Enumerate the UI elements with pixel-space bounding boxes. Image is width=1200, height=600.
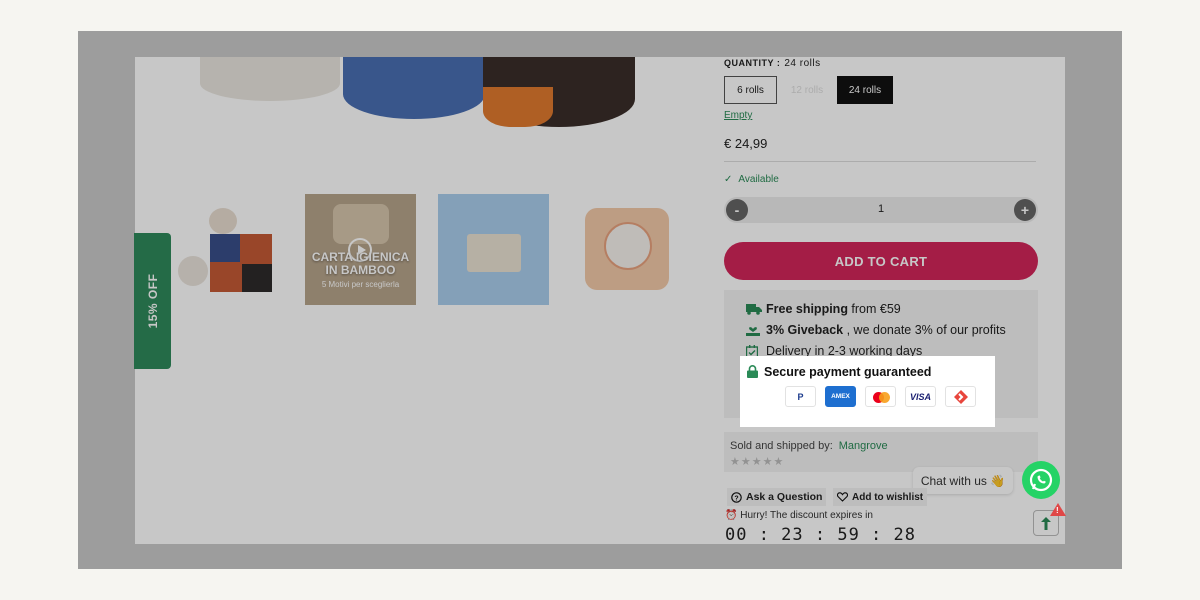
quantity-option-6[interactable]: 6 rolls — [724, 76, 777, 104]
secure-payment-text: Secure payment guaranteed — [764, 365, 932, 379]
product-price: € 24,99 — [724, 136, 768, 151]
video-thumb-title: CARTA IGIENICA IN BAMBOO — [311, 250, 410, 277]
video-thumb-subtitle: 5 Motivi per sceglierla — [321, 280, 400, 289]
seller-name-link[interactable]: Mangrove — [839, 440, 888, 452]
countdown-timer: 00 : 23 : 59 : 28 — [725, 525, 916, 545]
arrow-up-icon — [1041, 516, 1051, 530]
seller-box: Sold and shipped by: Mangrove ★★★★★ — [724, 432, 1038, 472]
thumbnail-video[interactable]: CARTA IGIENICA IN BAMBOO 5 Motivi per sc… — [305, 194, 416, 305]
quantity-selected-value: 24 rolls — [784, 58, 821, 69]
quantity-label: QUANTITY :24 rolls — [724, 58, 821, 69]
payment-method-icon — [945, 386, 976, 407]
increase-button[interactable]: + — [1014, 199, 1036, 221]
perk-giveback: 3% Giveback , we donate 3% of our profit… — [746, 323, 1006, 337]
mastercard-icon — [865, 386, 896, 407]
hand-heart-icon — [746, 327, 760, 336]
quantity-option-24[interactable]: 24 rolls — [837, 76, 893, 104]
chat-bubble[interactable]: Chat with us 👋 — [913, 467, 1013, 494]
shipping-rest: from €59 — [847, 302, 901, 316]
quantity-value[interactable]: 1 — [724, 203, 1038, 215]
discount-countdown-message: ⏰ Hurry! The discount expires in — [725, 510, 873, 521]
secure-payment-label: Secure payment guaranteed — [747, 365, 931, 379]
product-hero-image[interactable] — [200, 57, 640, 127]
amex-icon: AMEX — [825, 386, 856, 407]
add-to-wishlist-button[interactable]: Add to wishlist — [833, 488, 928, 506]
thumbnail-package[interactable] — [438, 194, 549, 305]
rating-stars[interactable]: ★★★★★ — [730, 455, 784, 468]
quantity-label-text: QUANTITY : — [724, 58, 781, 68]
svg-text:?: ? — [734, 495, 738, 502]
ask-question-button[interactable]: ? Ask a Question — [727, 488, 827, 506]
discount-side-tab[interactable]: 15% OFF — [134, 233, 171, 369]
seller-label-text: Sold and shipped by: — [730, 440, 833, 452]
seller-label: Sold and shipped by: Mangrove — [730, 440, 888, 452]
whatsapp-icon[interactable] — [1022, 461, 1060, 499]
quantity-stepper[interactable]: - 1 + — [724, 197, 1038, 223]
availability-status: ✓ Available — [724, 174, 779, 185]
question-icon: ? — [731, 491, 742, 503]
truck-icon — [746, 304, 762, 315]
countdown-message-text: Hurry! The discount expires in — [740, 510, 873, 521]
ask-question-label: Ask a Question — [746, 491, 823, 503]
thumbnail-rolls[interactable] — [172, 194, 283, 305]
perk-shipping: Free shipping from €59 — [746, 302, 901, 316]
paypal-icon: P — [785, 386, 816, 407]
check-icon: ✓ — [724, 174, 733, 185]
giveback-rest: , we donate 3% of our profits — [843, 323, 1006, 337]
giveback-bold: 3% Giveback — [766, 323, 844, 337]
availability-text: Available — [738, 174, 779, 185]
heart-icon — [837, 492, 848, 502]
secure-payment-highlight: Secure payment guaranteed P AMEX VISA — [740, 356, 995, 427]
lock-icon — [747, 365, 758, 378]
quantity-option-12[interactable]: 12 rolls — [781, 76, 833, 104]
add-to-cart-button[interactable]: ADD TO CART — [724, 242, 1038, 280]
alarm-icon: ⏰ — [725, 510, 738, 521]
empty-link[interactable]: Empty — [724, 110, 752, 121]
divider — [724, 161, 1036, 162]
add-to-wishlist-label: Add to wishlist — [852, 491, 924, 503]
discount-tab-label: 15% OFF — [145, 273, 160, 329]
visa-icon: VISA — [905, 386, 936, 407]
warning-icon: ! — [1050, 503, 1066, 516]
thumbnail-single-roll[interactable] — [571, 194, 682, 305]
shipping-bold: Free shipping — [766, 302, 848, 316]
